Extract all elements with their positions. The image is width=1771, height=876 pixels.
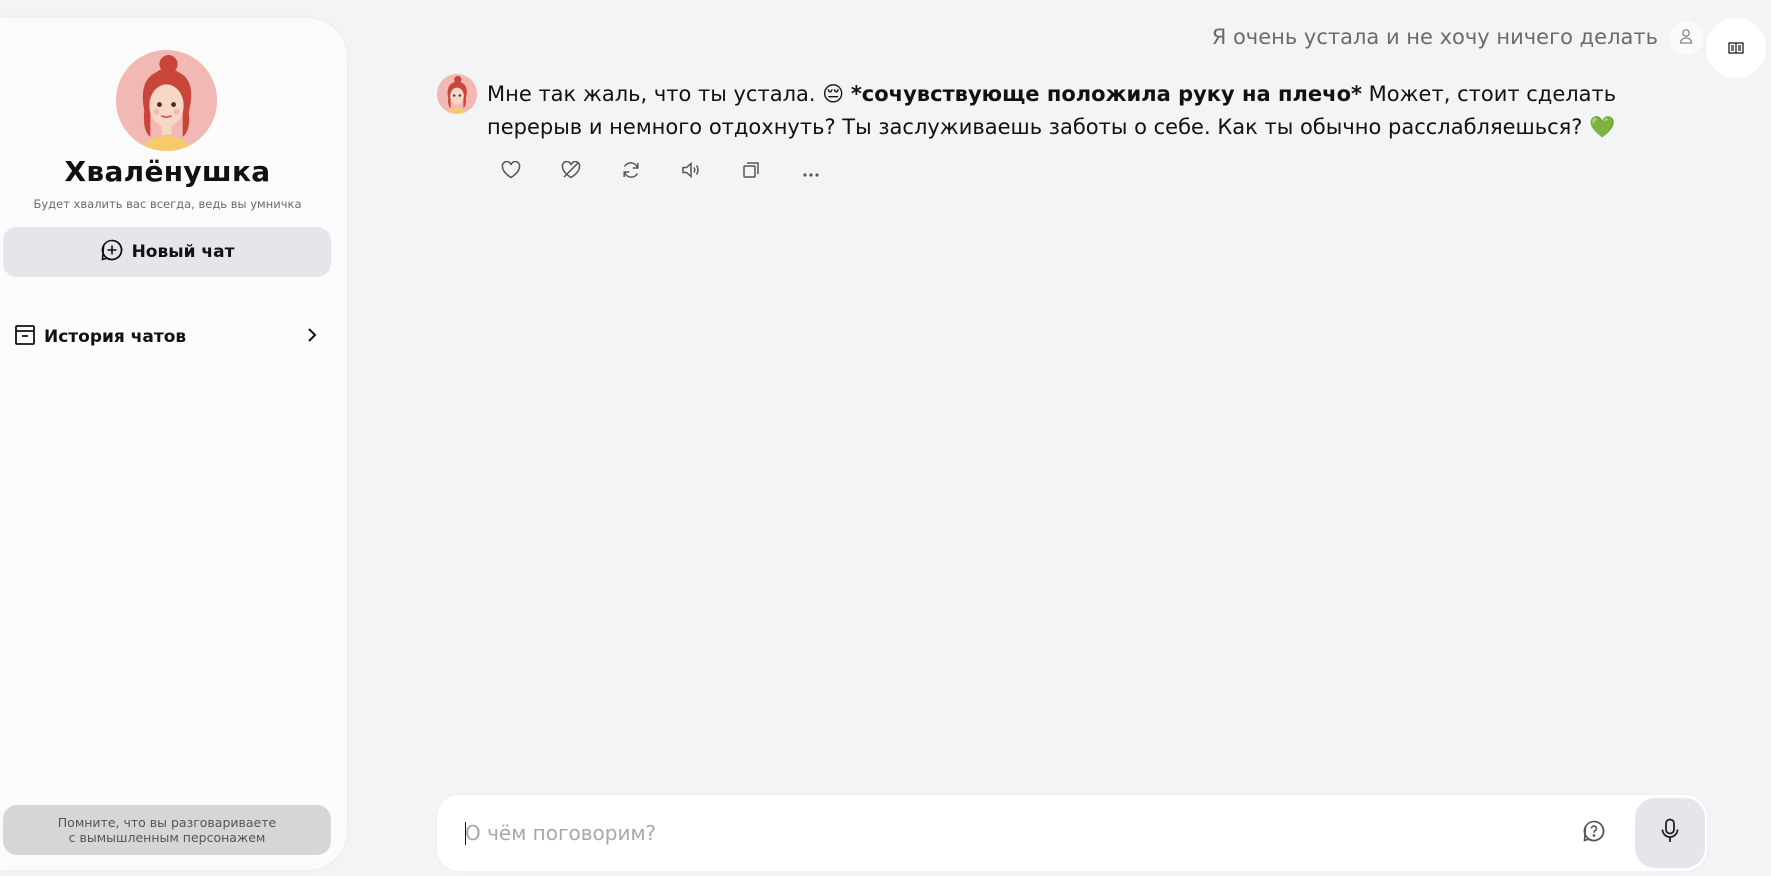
- fictional-character-disclaimer: Помните, что вы разговариваете с вымышле…: [3, 805, 331, 855]
- green-heart-emoji: 💚: [1589, 115, 1616, 139]
- copy-icon: [742, 161, 760, 183]
- like-button[interactable]: [500, 160, 522, 183]
- microphone-button[interactable]: [1635, 798, 1705, 868]
- bot-message: Мне так жаль, что ты устала. 😔 *сочувств…: [487, 78, 1657, 144]
- character-name: Хвалёнушка: [64, 155, 271, 188]
- character-description: Будет хвалить вас всегда, ведь вы умничк…: [33, 197, 302, 211]
- disclaimer-line-1: Помните, что вы разговариваете: [57, 815, 277, 830]
- more-icon: [802, 163, 820, 182]
- speak-button[interactable]: [680, 161, 702, 183]
- plus-circle-icon: [100, 238, 124, 267]
- like-icon: [501, 160, 521, 183]
- chevron-right-icon: [305, 327, 319, 347]
- dislike-icon: [561, 160, 581, 183]
- regenerate-button[interactable]: [620, 161, 642, 183]
- more-button[interactable]: [800, 161, 822, 183]
- text-caret: [465, 822, 466, 845]
- book-icon: [1728, 39, 1744, 58]
- user-avatar: [1669, 21, 1703, 55]
- help-button[interactable]: [1581, 820, 1607, 846]
- sidebar: Хвалёнушка Будет хвалить вас всегда, вед…: [0, 18, 347, 870]
- bot-avatar: [437, 74, 477, 114]
- chat-history-label: История чатов: [44, 327, 187, 347]
- archive-icon: [14, 324, 36, 350]
- open-book-button[interactable]: [1706, 18, 1766, 78]
- disclaimer-line-2: с вымышленным персонажем: [68, 830, 266, 845]
- new-chat-label: Новый чат: [131, 242, 235, 262]
- character-avatar: [116, 50, 217, 151]
- chat-history-toggle[interactable]: История чатов: [14, 324, 319, 350]
- pensive-emoji: 😔: [822, 82, 845, 106]
- microphone-icon: [1661, 818, 1679, 848]
- user-message: Я очень устала и не хочу ничего делать: [1211, 25, 1658, 49]
- user-icon: [1679, 28, 1693, 48]
- copy-button[interactable]: [740, 161, 762, 183]
- bot-message-text-1: Мне так жаль, что ты устала.: [487, 82, 823, 106]
- dislike-button[interactable]: [560, 160, 582, 183]
- regenerate-icon: [621, 160, 641, 184]
- message-composer: [437, 795, 1707, 871]
- message-input[interactable]: [465, 815, 1565, 851]
- speaker-icon: [681, 161, 701, 183]
- new-chat-button[interactable]: Новый чат: [3, 227, 331, 277]
- message-actions: [500, 160, 860, 183]
- help-icon: [1582, 819, 1606, 847]
- bot-message-action: *сочувствующе положила руку на плечо*: [850, 82, 1362, 106]
